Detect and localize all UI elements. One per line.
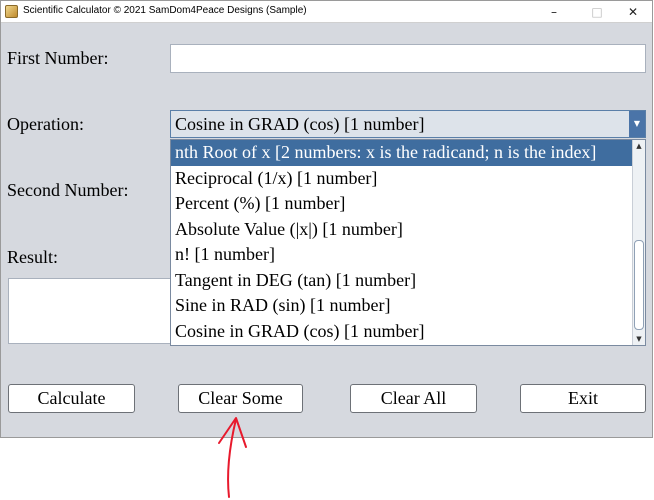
- red-arrow-annotation-icon: [218, 417, 247, 498]
